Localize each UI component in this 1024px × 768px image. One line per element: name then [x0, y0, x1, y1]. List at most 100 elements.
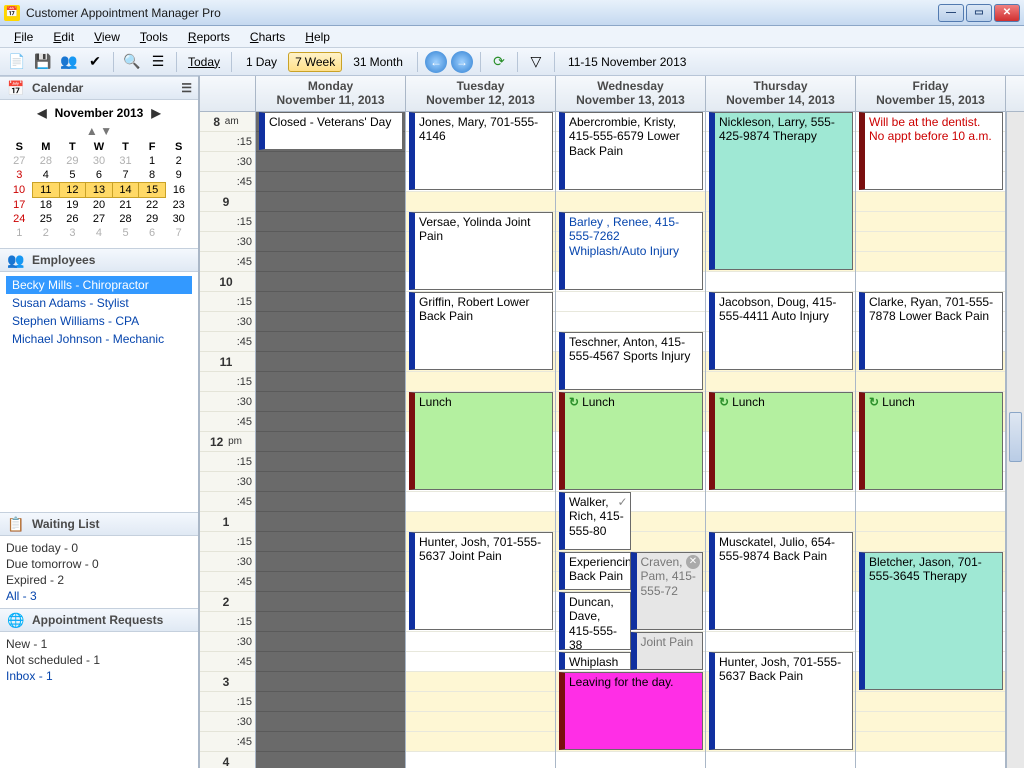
mini-cal-day[interactable]: 3 [6, 168, 33, 183]
refresh-icon[interactable]: ⟳ [488, 51, 510, 73]
waiting-all[interactable]: All - 3 [6, 588, 192, 604]
menu-edit[interactable]: Edit [45, 28, 82, 46]
view-day-button[interactable]: 1Day [239, 52, 284, 72]
calendar-section-header[interactable]: 📅 Calendar ☰ [0, 76, 198, 100]
employees-section-header[interactable]: 👥 Employees [0, 248, 198, 272]
mini-cal-day[interactable]: 28 [33, 154, 60, 168]
mini-cal-day[interactable]: 2 [33, 226, 60, 240]
menu-charts[interactable]: Charts [242, 28, 293, 46]
mini-cal-day[interactable]: 30 [86, 154, 113, 168]
mini-cal-day[interactable]: 22 [139, 198, 166, 213]
mini-cal-day[interactable]: 23 [165, 198, 192, 213]
mini-cal-day[interactable]: 5 [112, 226, 139, 240]
mini-cal-day[interactable]: 17 [6, 198, 33, 213]
mini-cal-day[interactable]: 10 [6, 183, 33, 198]
mini-cal-day[interactable]: 6 [139, 226, 166, 240]
mini-cal-day[interactable]: 25 [33, 212, 60, 226]
mini-cal-day[interactable]: 4 [33, 168, 60, 183]
mini-cal-day[interactable]: 11 [33, 183, 60, 198]
collapse-icon[interactable]: ☰ [181, 81, 192, 95]
check-icon[interactable]: ✔︎ [84, 51, 106, 73]
mini-cal-day[interactable]: 19 [59, 198, 86, 213]
menu-file[interactable]: File [6, 28, 41, 46]
appointment[interactable]: Craven, Pam, 415-555-72✕ [631, 552, 704, 630]
appointment[interactable]: Griffin, Robert Lower Back Pain [409, 292, 553, 370]
appointment[interactable]: Bletcher, Jason, 701-555-3645 Therapy [859, 552, 1003, 690]
mini-cal-day[interactable]: 14 [112, 183, 139, 198]
mini-cal-day[interactable]: 21 [112, 198, 139, 213]
vertical-scrollbar[interactable] [1006, 112, 1024, 768]
requests-new[interactable]: New - 1 [6, 636, 192, 652]
mini-cal-day[interactable]: 27 [6, 154, 33, 168]
mini-cal-day[interactable]: 16 [165, 183, 192, 198]
employee-item[interactable]: Susan Adams - Stylist [6, 294, 192, 312]
day-column[interactable]: Will be at the dentist. No appt before 1… [856, 112, 1006, 768]
appointment[interactable]: Walker, Rich, 415-555-80✓ [559, 492, 631, 550]
mini-cal-day[interactable]: 20 [86, 198, 113, 213]
waiting-due-today[interactable]: Due today - 0 [6, 540, 192, 556]
mini-cal-day[interactable]: 9 [165, 168, 192, 183]
appointment[interactable]: Abercrombie, Kristy, 415-555-6579 Lower … [559, 112, 703, 190]
menu-view[interactable]: View [86, 28, 128, 46]
next-button[interactable]: → [451, 51, 473, 73]
mini-cal-day[interactable]: 7 [165, 226, 192, 240]
appointment[interactable]: Musckatel, Julio, 654-555-9874 Back Pain [709, 532, 853, 630]
user-icon[interactable]: 👥 [58, 51, 80, 73]
day-header[interactable]: ThursdayNovember 14, 2013 [706, 76, 856, 111]
minimize-button[interactable]: — [938, 4, 964, 22]
employee-item[interactable]: Becky Mills - Chiropractor [6, 276, 192, 294]
appointment[interactable]: Barley , Renee, 415-555-7262 Whiplash/Au… [559, 212, 703, 290]
day-column[interactable]: Abercrombie, Kristy, 415-555-6579 Lower … [556, 112, 706, 768]
appointment[interactable]: Lunch [409, 392, 553, 490]
prev-month-button[interactable]: ◀ [37, 106, 46, 120]
waiting-due-tomorrow[interactable]: Due tomorrow - 0 [6, 556, 192, 572]
appointment[interactable]: Nickleson, Larry, 555-425-9874 Therapy [709, 112, 853, 270]
mini-cal-day[interactable]: 30 [165, 212, 192, 226]
prev-button[interactable]: ← [425, 51, 447, 73]
employee-item[interactable]: Michael Johnson - Mechanic [6, 330, 192, 348]
mini-cal-day[interactable]: 5 [59, 168, 86, 183]
view-week-button[interactable]: 7Week [288, 52, 342, 72]
appointment[interactable]: ↻Lunch [709, 392, 853, 490]
list-icon[interactable]: ☰ [147, 51, 169, 73]
employee-item[interactable]: Stephen Williams - CPA [6, 312, 192, 330]
mini-cal-day[interactable]: 6 [86, 168, 113, 183]
maximize-button[interactable]: ▭ [966, 4, 992, 22]
mini-cal-day[interactable]: 2 [165, 154, 192, 168]
menu-help[interactable]: Help [297, 28, 338, 46]
appointment[interactable]: Jones, Mary, 701-555-4146 [409, 112, 553, 190]
mini-cal-day[interactable]: 29 [59, 154, 86, 168]
mini-cal-day[interactable]: 28 [112, 212, 139, 226]
down-button[interactable]: ▼ [100, 124, 112, 138]
save-icon[interactable]: 💾 [32, 51, 54, 73]
appointment[interactable]: Hunter, Josh, 701-555-5637 Joint Pain [409, 532, 553, 630]
mini-cal-day[interactable]: 12 [59, 183, 86, 198]
appointment[interactable]: Whiplash [559, 652, 631, 670]
mini-cal-day[interactable]: 3 [59, 226, 86, 240]
up-button[interactable]: ▲ [86, 124, 98, 138]
mini-cal-day[interactable]: 27 [86, 212, 113, 226]
cancel-icon[interactable]: ✕ [686, 555, 700, 569]
next-month-button[interactable]: ▶ [151, 106, 160, 120]
appointment[interactable]: Jacobson, Doug, 415-555-4411 Auto Injury [709, 292, 853, 370]
requests-not-scheduled[interactable]: Not scheduled - 1 [6, 652, 192, 668]
requests-inbox[interactable]: Inbox - 1 [6, 668, 192, 684]
mini-cal-day[interactable]: 24 [6, 212, 33, 226]
day-header[interactable]: WednesdayNovember 13, 2013 [556, 76, 706, 111]
menu-tools[interactable]: Tools [132, 28, 176, 46]
new-icon[interactable]: 📄 [6, 51, 28, 73]
mini-cal-day[interactable]: 4 [86, 226, 113, 240]
waiting-section-header[interactable]: 📋 Waiting List [0, 512, 198, 536]
scrollbar-thumb[interactable] [1009, 412, 1022, 462]
mini-cal-day[interactable]: 15 [139, 183, 166, 198]
appointment[interactable]: Teschner, Anton, 415-555-4567 Sports Inj… [559, 332, 703, 390]
appointment[interactable]: Closed - Veterans' Day [259, 112, 403, 150]
appointment[interactable]: Joint Pain [631, 632, 704, 670]
filter-icon[interactable]: ▽ [525, 51, 547, 73]
mini-cal-day[interactable]: 13 [86, 183, 113, 198]
mini-cal-day[interactable]: 31 [112, 154, 139, 168]
day-column[interactable]: Closed - Veterans' Day [256, 112, 406, 768]
today-button[interactable]: Today [184, 55, 224, 69]
day-column[interactable]: Nickleson, Larry, 555-425-9874 Therapy Ja… [706, 112, 856, 768]
mini-cal-day[interactable]: 29 [139, 212, 166, 226]
